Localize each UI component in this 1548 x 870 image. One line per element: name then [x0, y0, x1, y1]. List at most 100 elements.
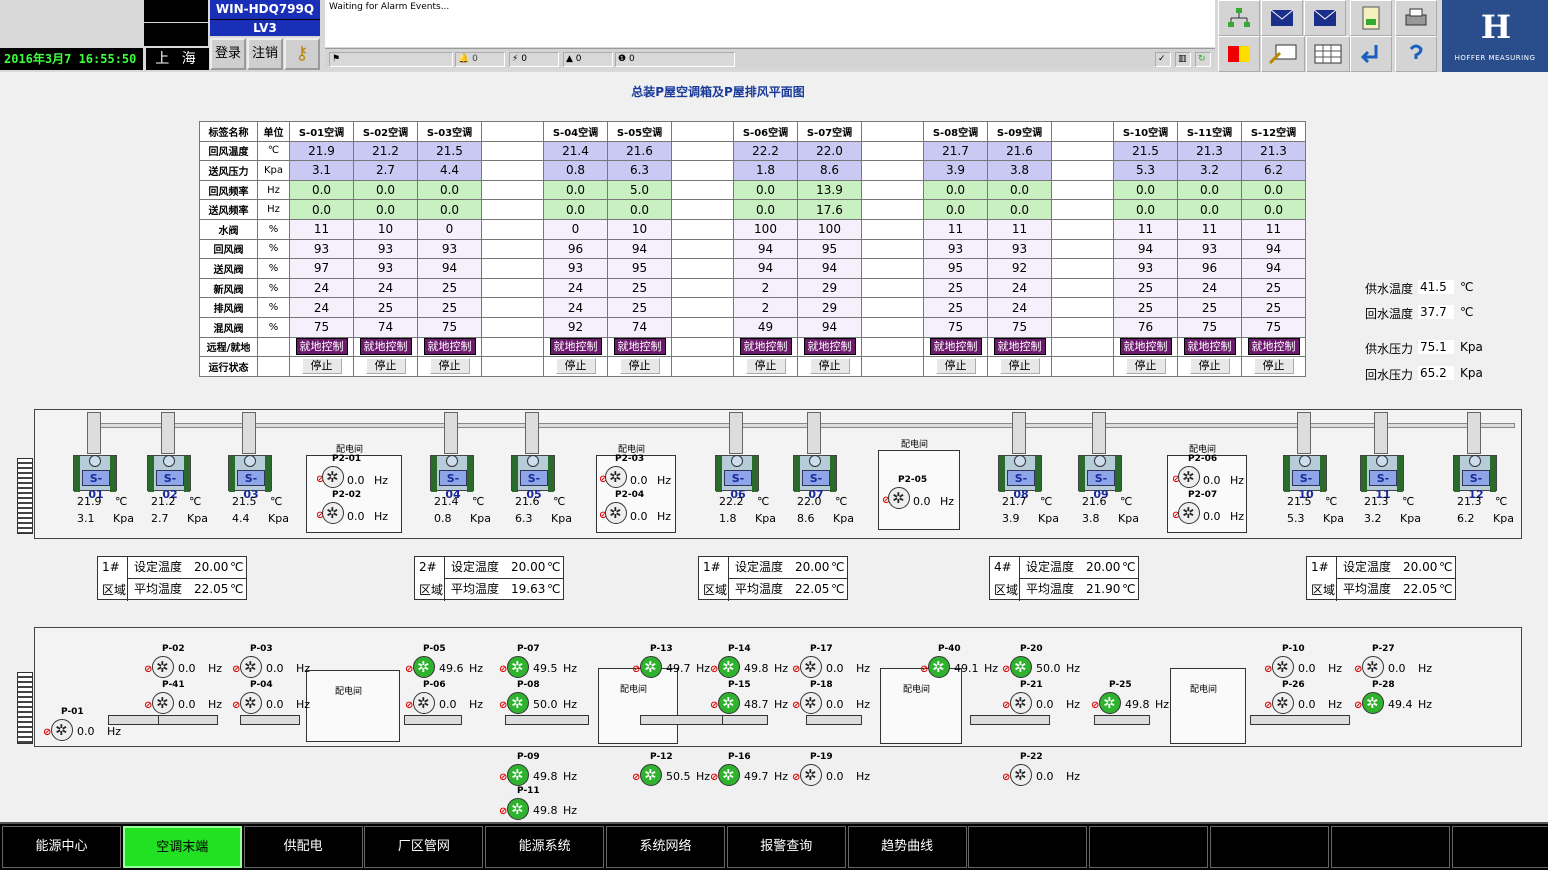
mail-query-icon[interactable] [1304, 0, 1346, 36]
ahu-unit[interactable]: S-03 [228, 455, 272, 501]
fan-icon[interactable] [240, 692, 262, 714]
control-mode-button[interactable]: 就地控制 [739, 338, 792, 356]
fan-icon[interactable] [1272, 692, 1294, 714]
fan-icon[interactable] [1178, 502, 1200, 524]
control-mode-cell[interactable]: 就地控制 [1177, 336, 1242, 358]
nav-tab[interactable] [1451, 826, 1548, 868]
nav-tab[interactable]: 系统网络 [606, 826, 725, 868]
fan-icon[interactable] [640, 764, 662, 786]
ahu-unit[interactable]: S-05 [511, 455, 555, 501]
nav-tab[interactable] [1210, 826, 1329, 868]
fan-icon[interactable] [1010, 764, 1032, 786]
ahu-unit[interactable]: S-04 [430, 455, 474, 501]
ahu-unit[interactable]: S-10 [1283, 455, 1327, 501]
fan-icon[interactable] [605, 466, 627, 488]
nav-tab[interactable]: 厂区管网 [364, 826, 484, 868]
ahu-unit[interactable]: S-11 [1360, 455, 1404, 501]
nav-tab[interactable]: 能源系统 [485, 826, 605, 868]
logout-button[interactable]: 注销 [247, 38, 283, 70]
nav-tab[interactable] [968, 826, 1088, 868]
control-mode-cell[interactable]: 就地控制 [353, 336, 418, 358]
key-icon[interactable]: ⚷ [284, 38, 320, 70]
filter-icon[interactable]: ▥ [1175, 52, 1191, 67]
ahu-unit[interactable]: S-02 [147, 455, 191, 501]
nav-tab[interactable]: 空调末端 [122, 826, 242, 868]
tools-icon[interactable] [1261, 36, 1305, 72]
fan-icon[interactable] [507, 764, 529, 786]
fan-icon[interactable] [240, 656, 262, 678]
control-mode-button[interactable]: 就地控制 [1183, 338, 1236, 356]
grid-icon[interactable] [1306, 36, 1350, 72]
fan-icon[interactable] [800, 656, 822, 678]
fan-icon[interactable] [1010, 692, 1032, 714]
control-mode-button[interactable]: 就地控制 [423, 338, 476, 356]
fan-icon[interactable] [1178, 466, 1200, 488]
nav-tab[interactable] [1089, 826, 1209, 868]
control-mode-cell[interactable]: 就地控制 [289, 336, 354, 358]
control-mode-button[interactable]: 就地控制 [359, 338, 412, 356]
color-panel-icon[interactable] [1218, 36, 1260, 72]
fan-icon[interactable] [640, 656, 662, 678]
fan-icon[interactable] [928, 656, 950, 678]
fan-icon[interactable] [507, 798, 529, 820]
fan-icon[interactable] [888, 487, 910, 509]
fan-icon[interactable] [800, 692, 822, 714]
nav-tab[interactable]: 能源中心 [2, 826, 121, 868]
printer-icon[interactable] [1395, 0, 1437, 36]
fan-icon[interactable] [605, 502, 627, 524]
ahu-unit[interactable]: S-12 [1453, 455, 1497, 501]
fan-icon[interactable] [322, 502, 344, 524]
control-mode-button[interactable]: 就地控制 [993, 338, 1046, 356]
ahu-unit[interactable]: S-08 [998, 455, 1042, 501]
fan-icon[interactable] [152, 692, 174, 714]
fan-icon[interactable] [507, 656, 529, 678]
nav-tab[interactable]: 报警查询 [726, 826, 846, 868]
control-mode-button[interactable]: 就地控制 [929, 338, 982, 356]
help-icon[interactable] [1395, 36, 1437, 72]
control-mode-cell[interactable]: 就地控制 [923, 336, 988, 358]
control-mode-cell[interactable]: 就地控制 [417, 336, 482, 358]
control-mode-button[interactable]: 就地控制 [613, 338, 666, 356]
login-button[interactable]: 登录 [210, 38, 246, 70]
fan-icon[interactable] [413, 656, 435, 678]
control-mode-button[interactable]: 就地控制 [295, 338, 348, 356]
fan-icon[interactable] [718, 692, 740, 714]
control-mode-cell[interactable]: 就地控制 [1241, 336, 1306, 358]
control-mode-button[interactable]: 就地控制 [803, 338, 856, 356]
network-icon[interactable] [1218, 0, 1260, 36]
report-icon[interactable] [1350, 0, 1392, 36]
fan-icon[interactable] [51, 719, 73, 741]
control-mode-button[interactable]: 就地控制 [549, 338, 602, 356]
check-icon[interactable]: ✓ [1155, 52, 1171, 67]
nav-tab[interactable]: 趋势曲线 [847, 826, 967, 868]
fan-icon[interactable] [1272, 656, 1294, 678]
ahu-unit[interactable]: S-06 [715, 455, 759, 501]
ahu-unit[interactable]: S-01 [73, 455, 117, 501]
return-icon[interactable] [1350, 36, 1392, 72]
ahu-unit[interactable]: S-07 [793, 455, 837, 501]
control-mode-cell[interactable]: 就地控制 [1113, 336, 1178, 358]
fan-icon[interactable] [1362, 692, 1384, 714]
control-mode-cell[interactable]: 就地控制 [607, 336, 672, 358]
mail-help-icon[interactable] [1261, 0, 1303, 36]
control-mode-button[interactable]: 就地控制 [1247, 338, 1300, 356]
fan-icon[interactable] [1010, 656, 1032, 678]
fan-icon[interactable] [1362, 656, 1384, 678]
fan-icon[interactable] [413, 692, 435, 714]
control-mode-cell[interactable]: 就地控制 [987, 336, 1052, 358]
nav-tab[interactable]: 供配电 [243, 826, 363, 868]
nav-tab[interactable] [1330, 826, 1450, 868]
fan-icon[interactable] [322, 466, 344, 488]
control-mode-cell[interactable]: 就地控制 [797, 336, 862, 358]
fan-icon[interactable] [1099, 692, 1121, 714]
fan-icon[interactable] [152, 656, 174, 678]
fan-icon[interactable] [718, 764, 740, 786]
control-mode-cell[interactable]: 就地控制 [733, 336, 798, 358]
fan-icon[interactable] [507, 692, 529, 714]
fan-icon[interactable] [718, 656, 740, 678]
fan-icon[interactable] [800, 764, 822, 786]
control-mode-button[interactable]: 就地控制 [1119, 338, 1172, 356]
control-mode-cell[interactable]: 就地控制 [543, 336, 608, 358]
ahu-unit[interactable]: S-09 [1078, 455, 1122, 501]
refresh-icon[interactable]: ↻ [1195, 52, 1211, 67]
